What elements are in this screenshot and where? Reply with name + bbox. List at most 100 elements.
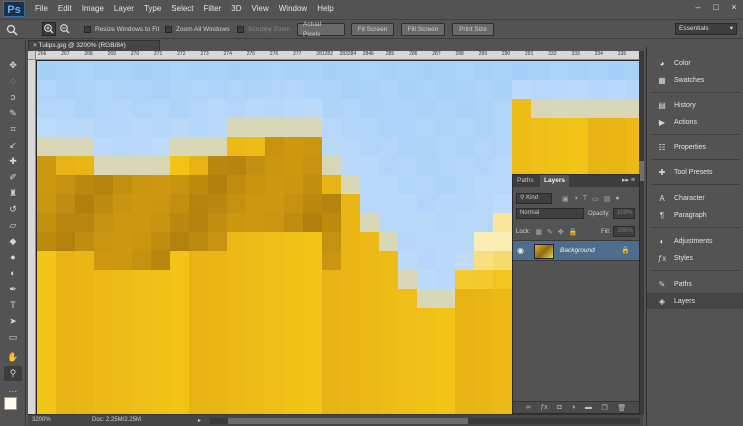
checkbox[interactable] — [84, 26, 91, 33]
filter-toggle-icon[interactable]: ● — [615, 195, 619, 202]
fit-screen-button[interactable]: Fit Screen — [351, 23, 394, 36]
filter-kind-dropdown[interactable]: ⚲ Kind — [516, 193, 552, 204]
menu-file[interactable]: File — [30, 0, 53, 18]
scrubby-zoom-checkbox[interactable]: Scrubby Zoom — [237, 23, 290, 36]
fill-screen-button[interactable]: Fill Screen — [401, 23, 445, 36]
checkbox[interactable] — [237, 26, 244, 33]
lock-transparent-icon[interactable]: ▦ — [535, 228, 542, 236]
filter-type-icon[interactable]: T — [583, 195, 587, 202]
dock-item-color[interactable]: ◕ Color — [647, 55, 743, 71]
tab-paths[interactable]: Paths — [513, 175, 538, 187]
add-mask-icon[interactable]: ◘ — [557, 404, 561, 411]
dock-item-history[interactable]: ▤ History — [647, 97, 743, 113]
dock-item-properties[interactable]: ☷ Properties — [647, 139, 743, 155]
path-selection-tool-icon[interactable]: ➤ — [4, 314, 22, 329]
lasso-tool-icon[interactable]: ↄ — [4, 90, 22, 105]
crop-tool-icon[interactable]: ⌗ — [4, 122, 22, 137]
dodge-tool-icon[interactable]: ◐ — [4, 266, 22, 281]
menu-3d[interactable]: 3D — [226, 0, 246, 18]
type-tool-icon[interactable]: T — [4, 298, 22, 313]
quick-select-tool-icon[interactable]: ✎ — [4, 106, 22, 121]
history-brush-tool-icon[interactable]: ↺ — [4, 202, 22, 217]
maximize-button[interactable]: □ — [711, 2, 721, 12]
actual-pixels-button[interactable]: Actual Pixels — [297, 21, 345, 38]
eraser-tool-icon[interactable]: ▱ — [4, 218, 22, 233]
new-group-icon[interactable]: ▬ — [585, 404, 592, 411]
menu-select[interactable]: Select — [166, 0, 198, 18]
dock-item-tool-presets[interactable]: ✚ Tool Presets — [647, 164, 743, 180]
pixel-block — [113, 289, 132, 308]
paint-bucket-tool-icon[interactable]: ◆ — [4, 234, 22, 249]
minimize-button[interactable]: – — [693, 2, 703, 12]
filter-shape-icon[interactable]: ▭ — [592, 195, 599, 203]
dock-item-paragraph[interactable]: ¶ Paragraph — [647, 207, 743, 223]
visibility-eye-icon[interactable]: ◉ — [517, 246, 524, 255]
dock-item-layers[interactable]: ◈ Layers — [647, 293, 743, 309]
menu-type[interactable]: Type — [139, 0, 166, 18]
eyedropper-tool-icon[interactable]: ↙ — [4, 138, 22, 153]
zoom-tool-icon[interactable]: ⚲ — [4, 366, 22, 381]
workspace-switcher[interactable]: Essentials ▾ — [675, 23, 737, 35]
healing-brush-tool-icon[interactable]: ✚ — [4, 154, 22, 169]
menu-image[interactable]: Image — [77, 0, 109, 18]
menu-layer[interactable]: Layer — [109, 0, 139, 18]
menu-filter[interactable]: Filter — [199, 0, 227, 18]
delete-layer-icon[interactable]: 🗑 — [617, 404, 626, 412]
document-tab[interactable]: × Tulips.jpg @ 3200% (RGB/8#) — [28, 40, 160, 51]
menu-edit[interactable]: Edit — [53, 0, 77, 18]
filter-adjustment-icon[interactable]: ◑ — [574, 195, 578, 202]
zoom-level[interactable]: 3200% — [32, 417, 51, 423]
foreground-color-swatch[interactable] — [4, 397, 17, 410]
close-button[interactable]: × — [729, 2, 739, 12]
layer-style-icon[interactable]: ƒx — [540, 404, 547, 411]
lock-image-icon[interactable]: ✎ — [547, 228, 553, 236]
scroll-thumb[interactable] — [228, 418, 468, 424]
blur-tool-icon[interactable]: ● — [4, 250, 22, 265]
dock-item-swatches[interactable]: ▦ Swatches — [647, 72, 743, 88]
more-tools-icon[interactable]: … — [4, 382, 22, 397]
pixel-block — [493, 365, 512, 384]
dock-item-character[interactable]: A Character — [647, 190, 743, 206]
filter-pixel-icon[interactable]: ▣ — [562, 195, 569, 203]
lock-position-icon[interactable]: ✥ — [558, 228, 564, 236]
marquee-tool-icon[interactable]: ◌ — [4, 74, 22, 89]
checkbox[interactable] — [165, 26, 172, 33]
new-adjustment-icon[interactable]: ◑ — [571, 404, 575, 411]
dock-item-paths[interactable]: ✎ Paths — [647, 276, 743, 292]
menu-items: File Edit Image Layer Type Select Filter… — [30, 0, 339, 18]
brush-tool-icon[interactable]: ✐ — [4, 170, 22, 185]
tab-layers[interactable]: Layers — [540, 175, 569, 187]
hand-tool-icon[interactable]: ✋ — [4, 350, 22, 365]
fill-input[interactable]: 100% — [613, 226, 636, 237]
move-tool-icon[interactable]: ✥ — [4, 58, 22, 73]
menu-window[interactable]: Window — [274, 0, 312, 18]
print-size-button[interactable]: Print Size — [452, 23, 494, 36]
rectangle-tool-icon[interactable]: ▭ — [4, 330, 22, 345]
dock-item-styles[interactable]: ƒx Styles — [647, 250, 743, 266]
menu-help[interactable]: Help — [312, 0, 338, 18]
new-layer-icon[interactable]: ❐ — [601, 404, 607, 412]
dock-item-actions[interactable]: ▶ Actions — [647, 114, 743, 130]
opacity-input[interactable]: 100% — [613, 208, 636, 219]
layer-row-background[interactable]: ◉ Background 🔒 — [513, 240, 639, 261]
panel-menu-icon[interactable]: ▸▸ ≡ — [622, 175, 635, 187]
filter-smart-object-icon[interactable]: ▤ — [604, 195, 611, 203]
ruler-origin[interactable] — [28, 51, 36, 60]
status-menu-arrow-icon[interactable]: ▸ — [198, 417, 201, 424]
zoom-in-button[interactable] — [42, 21, 56, 36]
clone-stamp-tool-icon[interactable]: ♜ — [4, 186, 22, 201]
lock-all-icon[interactable]: 🔒 — [569, 228, 578, 236]
pixel-block — [341, 308, 360, 327]
dock-item-adjustments[interactable]: ◐ Adjustments — [647, 233, 743, 249]
zoom-all-windows-checkbox[interactable]: Zoom All Windows — [165, 23, 229, 36]
horizontal-scrollbar[interactable] — [210, 418, 640, 424]
vertical-ruler[interactable] — [28, 60, 36, 414]
zoom-out-button[interactable] — [58, 22, 72, 35]
menu-view[interactable]: View — [247, 0, 274, 18]
blend-mode-dropdown[interactable]: Normal — [516, 208, 584, 219]
horizontal-ruler[interactable]: 266 267 268 269 270 271 272 273 274 275 276 277 2812… — [36, 51, 639, 60]
resize-windows-checkbox[interactable]: Resize Windows to Fit — [84, 23, 159, 36]
pen-tool-icon[interactable]: ✒ — [4, 282, 22, 297]
zoom-tool-preset[interactable] — [6, 23, 20, 36]
link-layers-icon[interactable]: ∞ — [526, 404, 531, 411]
